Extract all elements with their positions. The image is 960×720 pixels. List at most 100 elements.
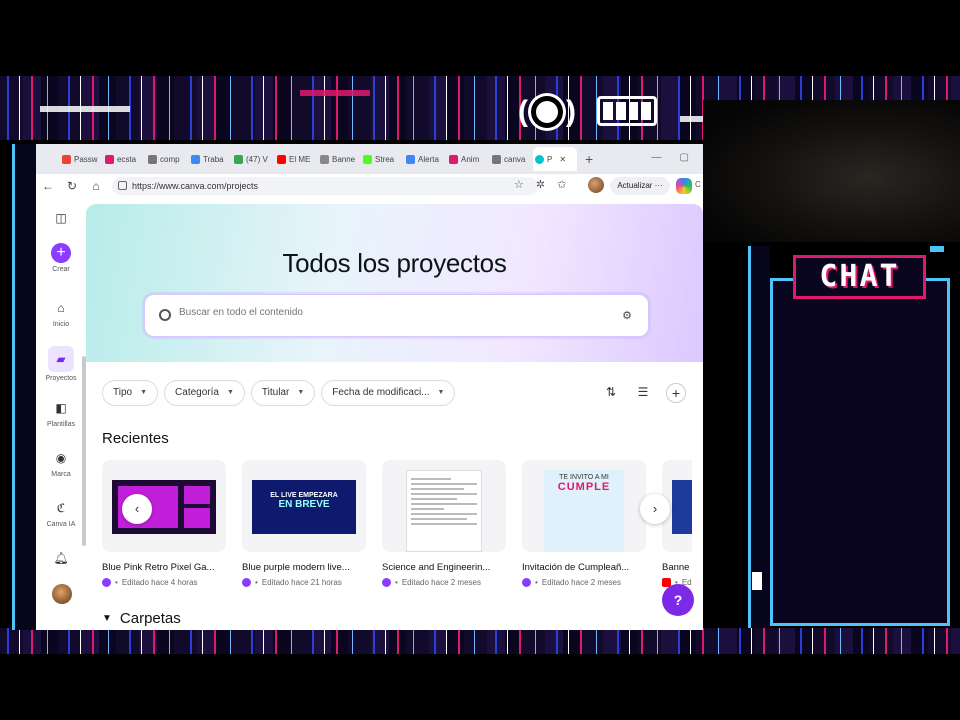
filter-type[interactable]: Tipo ▼: [102, 380, 159, 406]
tab-label: (47) V: [246, 154, 268, 164]
live-broadcast-icon: (): [518, 95, 576, 128]
browser-tab[interactable]: Traba: [189, 154, 232, 164]
design-meta-text: Editado hace 2 meses: [401, 578, 481, 587]
maximize-icon[interactable]: ▢: [680, 152, 689, 163]
sidebar-item-projects[interactable]: ▰ Proyectos: [36, 346, 86, 382]
user-avatar[interactable]: [52, 584, 72, 604]
bell-icon: 🔔︎: [53, 551, 69, 565]
browser-tab[interactable]: Passw: [60, 154, 103, 164]
tab-favicon-icon: [449, 154, 458, 164]
design-card[interactable]: Banne • Ed: [662, 460, 692, 587]
webcam-feed: [703, 100, 960, 242]
tab-label: Banne: [332, 154, 356, 164]
browser-tab[interactable]: El ME: [275, 154, 318, 164]
design-title: Science and Engineerin...: [382, 562, 491, 573]
favorites-icon[interactable]: ✩: [557, 178, 566, 191]
overlay-pixel: [930, 246, 944, 252]
reload-icon[interactable]: ↻: [60, 179, 84, 193]
copilot-icon[interactable]: [676, 178, 692, 194]
star-icon[interactable]: ☆: [514, 178, 524, 191]
templates-icon: ◧: [55, 401, 67, 415]
sidebar-item-templates[interactable]: ◧ Plantillas: [36, 398, 86, 428]
search-box[interactable]: ⚙: [144, 294, 649, 337]
design-thumbnail: [382, 460, 506, 552]
sidebar-item-label: Inicio: [52, 321, 70, 328]
overlay-pixel: [752, 572, 762, 590]
carousel-prev-button[interactable]: ‹: [122, 494, 152, 524]
browser-tab[interactable]: Strea: [361, 154, 404, 164]
chevron-down-icon: ▼: [226, 389, 234, 396]
design-card[interactable]: Science and Engineerin... • Editado hace …: [382, 460, 506, 587]
canva-doc-icon: [522, 578, 531, 587]
tab-favicon-icon: [277, 154, 286, 164]
filter-settings-icon[interactable]: ⚙: [622, 309, 632, 322]
tab-label: comp: [160, 154, 180, 164]
sidebar-item-label: Crear: [52, 266, 70, 273]
page-title: Todos los proyectos: [282, 248, 507, 278]
design-title: Blue purple modern live...: [242, 562, 350, 573]
thumbnail-text: EL LIVE EMPEZARA: [270, 492, 338, 499]
design-card[interactable]: Blue Pink Retro Pixel Ga... • Editado hac…: [102, 460, 226, 587]
address-bar-icons: ☆ ✲ ✩: [514, 178, 566, 191]
update-button[interactable]: Actualizar ···: [610, 177, 670, 195]
sidebar-item-canva-ai[interactable]: ℭ Canva IA: [36, 498, 86, 528]
new-tab-icon[interactable]: +: [585, 151, 593, 167]
panel-toggle-icon: ◫: [55, 211, 67, 225]
canva-doc-icon: [102, 578, 111, 587]
add-icon[interactable]: +: [666, 383, 686, 403]
browser-tab[interactable]: Alerta: [404, 154, 447, 164]
home-icon: ⌂: [57, 301, 65, 315]
help-button[interactable]: ?: [662, 584, 694, 616]
sidebar-item-brand[interactable]: ◉ Marca: [36, 448, 86, 478]
sidebar-item-home[interactable]: ⌂ Inicio: [36, 298, 86, 328]
folder-icon: ▰: [48, 346, 74, 372]
carousel-next-button[interactable]: ›: [640, 494, 670, 524]
view-tools: ⇅ ☰ +: [602, 383, 686, 403]
tab-label: ecsta: [117, 154, 137, 164]
canva-doc-icon: [382, 578, 391, 587]
close-tab-icon[interactable]: ✕: [559, 155, 566, 164]
ai-icon: ℭ: [56, 501, 66, 515]
sort-icon[interactable]: ⇅: [602, 383, 620, 401]
browser-tab[interactable]: Banne: [318, 154, 361, 164]
design-card[interactable]: TE INVITO A MI CUMPLE Invitación de Cumpl…: [522, 460, 646, 587]
minimize-icon[interactable]: —: [652, 152, 662, 163]
browser-tab[interactable]: Anim: [447, 154, 490, 164]
browser-tab[interactable]: (47) V: [232, 154, 275, 164]
browser-tab[interactable]: canva: [490, 154, 533, 164]
folders-section-title: Carpetas: [119, 610, 181, 627]
filter-date-modified[interactable]: Fecha de modificaci... ▼: [321, 380, 456, 406]
site-info-icon[interactable]: [118, 181, 127, 190]
filter-owner[interactable]: Titular ▼: [250, 380, 316, 406]
filter-label: Titular: [261, 387, 290, 398]
notifications-button[interactable]: 🔔︎: [36, 548, 86, 571]
tab-favicon-icon: [62, 154, 71, 164]
tab-label: Traba: [203, 154, 224, 164]
sidebar-item-create[interactable]: + Crear: [36, 243, 86, 273]
list-view-icon[interactable]: ☰: [634, 383, 652, 401]
tab-label: canva: [504, 154, 526, 164]
tab-favicon-icon: [234, 154, 243, 164]
address-bar: ← ↻ ⌂ https://www.canva.com/projects ☆ ✲…: [36, 174, 703, 198]
folders-section-header[interactable]: ▼ Carpetas: [102, 610, 181, 627]
tab-label: Passw: [74, 154, 98, 164]
browser-tab-active[interactable]: P ✕: [533, 147, 577, 171]
design-card[interactable]: EL LIVE EMPEZARA EN BREVE Blue purple mod…: [242, 460, 366, 587]
browser-tab[interactable]: ecsta: [103, 154, 146, 164]
browser-tab[interactable]: comp: [146, 154, 189, 164]
chat-title: CHAT: [793, 255, 926, 299]
extensions-icon[interactable]: ✲: [536, 178, 545, 191]
url-field[interactable]: https://www.canva.com/projects: [112, 177, 538, 195]
tab-label: El ME: [289, 154, 311, 164]
thumbnail-graphic: [406, 470, 482, 552]
design-thumbnail: EL LIVE EMPEZARA EN BREVE: [242, 460, 366, 552]
filter-category[interactable]: Categoría ▼: [164, 380, 245, 406]
profile-avatar[interactable]: [588, 177, 604, 193]
search-input[interactable]: [179, 307, 599, 318]
sidebar-toggle[interactable]: ◫: [36, 208, 86, 231]
design-meta-text: Editado hace 4 horas: [121, 578, 198, 587]
overlay-glitch: [300, 90, 370, 96]
tab-favicon-icon: [148, 154, 157, 164]
back-icon[interactable]: ←: [36, 179, 60, 193]
home-icon[interactable]: ⌂: [84, 179, 108, 193]
